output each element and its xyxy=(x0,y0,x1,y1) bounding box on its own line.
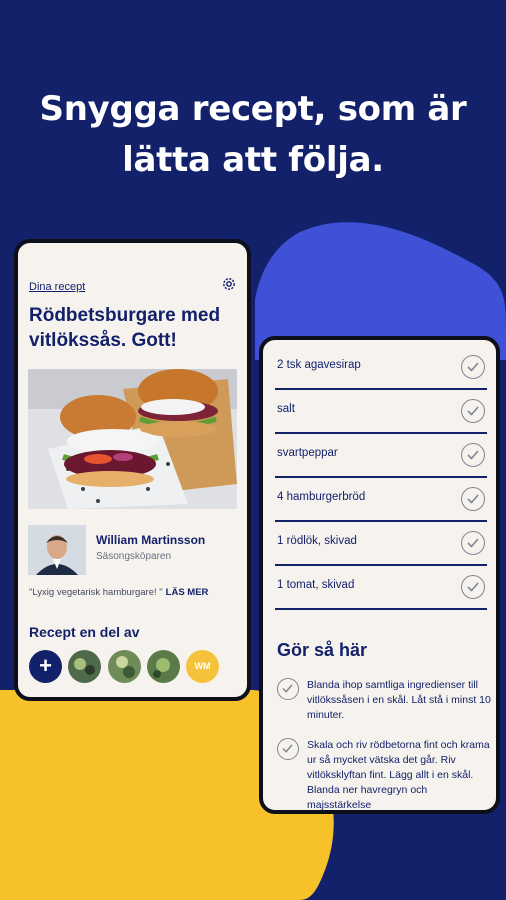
collection-initials[interactable]: WM xyxy=(186,650,219,683)
check-circle-icon[interactable] xyxy=(461,355,485,379)
avatar xyxy=(28,525,86,575)
step-text: Blanda ihop samtliga ingredienser till v… xyxy=(307,679,491,721)
check-circle-icon[interactable] xyxy=(277,678,299,700)
collection-thumbnail[interactable] xyxy=(108,650,141,683)
check-circle-icon[interactable] xyxy=(461,575,485,599)
headline-line-1: Snygga recept, som är xyxy=(39,89,467,129)
quote-text: "Lyxig vegetarisk hamburgare! " xyxy=(29,587,163,598)
ingredient-row[interactable]: svartpeppar xyxy=(275,434,487,478)
gear-icon[interactable] xyxy=(221,276,237,292)
collection-list: + WM xyxy=(29,650,241,686)
ingredient-row[interactable]: 1 rödlök, skivad xyxy=(275,522,487,566)
ingredient-text: 2 tsk agavesirap xyxy=(277,359,361,371)
ingredient-text: svartpeppar xyxy=(277,447,338,459)
ingredient-text: 1 tomat, skivad xyxy=(277,579,355,591)
instructions-phone-screen: 2 tsk agavesirap salt svartpeppar 4 hamb… xyxy=(259,336,500,814)
ingredient-row[interactable]: 1 tomat, skivad xyxy=(275,566,487,610)
collection-thumbnail[interactable] xyxy=(147,650,180,683)
instruction-step[interactable]: Skala och riv rödbetorna fint och krama … xyxy=(277,738,491,811)
back-link[interactable]: Dina recept xyxy=(29,281,85,293)
recipe-quote: "Lyxig vegetarisk hamburgare! " LÄS MER xyxy=(29,587,241,598)
ingredient-text: salt xyxy=(277,403,295,415)
headline: Snygga recept, som är lätta att följa. xyxy=(0,84,506,186)
ingredient-text: 4 hamburgerbröd xyxy=(277,491,366,503)
author-role: Säsongsköparen xyxy=(96,551,172,562)
ingredient-text: 1 rödlök, skivad xyxy=(277,535,357,547)
recipe-phone-screen: Dina recept Rödbetsburgare med vitlöksså… xyxy=(14,239,251,701)
ingredient-row[interactable]: salt xyxy=(275,390,487,434)
top-bar: Dina recept xyxy=(29,277,237,293)
instruction-step[interactable]: Blanda ihop samtliga ingredienser till v… xyxy=(277,678,491,738)
check-circle-icon[interactable] xyxy=(461,531,485,555)
instructions-heading: Gör så här xyxy=(277,640,368,660)
add-collection-button[interactable]: + xyxy=(29,650,62,683)
recipe-photo xyxy=(28,369,237,509)
check-circle-icon[interactable] xyxy=(461,443,485,467)
recipe-title: Rödbetsburgare med vitlökssås. Gott! xyxy=(29,305,221,351)
ingredient-list: 2 tsk agavesirap salt svartpeppar 4 hamb… xyxy=(275,346,487,610)
ingredient-row[interactable]: 4 hamburgerbröd xyxy=(275,478,487,522)
check-circle-icon[interactable] xyxy=(277,738,299,760)
check-circle-icon[interactable] xyxy=(461,487,485,511)
check-circle-icon[interactable] xyxy=(461,399,485,423)
collection-thumbnail[interactable] xyxy=(68,650,101,683)
ingredient-row[interactable]: 2 tsk agavesirap xyxy=(275,346,487,390)
headline-line-2: lätta att följa. xyxy=(122,140,384,180)
step-text: Skala och riv rödbetorna fint och krama … xyxy=(307,739,490,811)
read-more-link[interactable]: LÄS MER xyxy=(166,587,209,598)
collections-heading: Recept en del av xyxy=(29,624,140,640)
author-name: William Martinsson xyxy=(96,533,206,547)
